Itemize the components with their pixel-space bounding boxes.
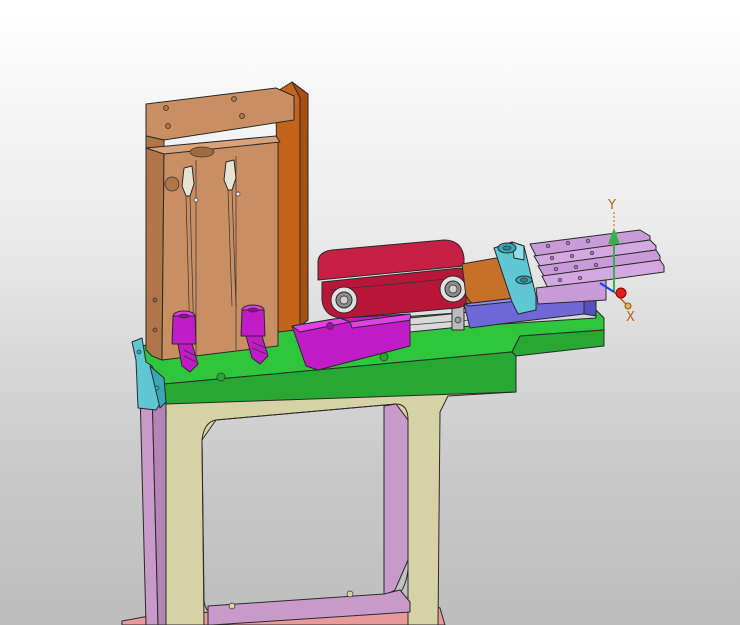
triad-x-handle <box>624 302 632 310</box>
linkage-pivot-left[interactable] <box>330 286 358 314</box>
triad-origin <box>615 287 627 299</box>
linkage-pivot-right[interactable] <box>439 275 467 303</box>
cad-model-scene[interactable]: Y X <box>0 0 740 625</box>
frame-left-side-plate[interactable] <box>139 387 167 625</box>
triad-y-label: Y <box>607 198 616 213</box>
gripper-fingers[interactable] <box>529 229 665 305</box>
triad-x-label: X <box>626 310 635 325</box>
cad-viewport[interactable]: Y X <box>0 0 740 625</box>
cylinder-block[interactable] <box>145 87 295 361</box>
